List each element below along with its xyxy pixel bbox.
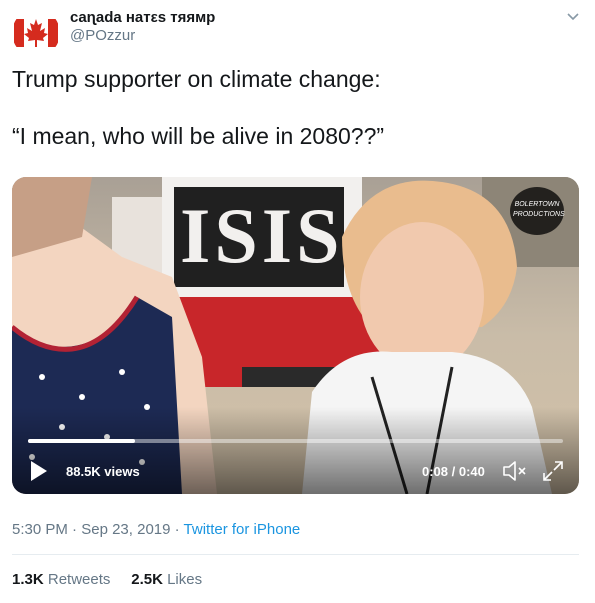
banner-sign-text: ISIS bbox=[180, 192, 344, 279]
likes-label: Likes bbox=[167, 571, 203, 588]
meta-separator: · bbox=[67, 521, 82, 538]
tweet-time[interactable]: 5:30 PM bbox=[12, 521, 68, 538]
user-handle[interactable]: @POzzur bbox=[70, 27, 135, 44]
likes-count: 2.5K bbox=[131, 571, 163, 588]
avatar[interactable] bbox=[12, 9, 60, 57]
divider bbox=[12, 554, 579, 555]
meta-separator: · bbox=[170, 521, 184, 538]
tweet-text-line1: Trump supporter on climate change: bbox=[12, 66, 381, 92]
tweet-stats: 1.3K Retweets 2.5K Likes bbox=[12, 571, 202, 588]
watermark-text: BOLERTOWN PRODUCTIONS bbox=[513, 201, 565, 218]
retweets-label: Retweets bbox=[47, 571, 111, 588]
tweet-header: cаɳаdа натεs тяᴙмр @POzzur bbox=[0, 0, 595, 57]
fullscreen-icon[interactable] bbox=[542, 460, 564, 482]
tweet-date[interactable]: Sep 23, 2019 bbox=[81, 521, 170, 538]
video-player[interactable]: BOLERTOWN PRODUCTIONS ISIS 88.5K views 0… bbox=[12, 177, 579, 494]
retweets-count: 1.3K bbox=[12, 571, 44, 588]
tweet-source-link[interactable]: Twitter for iPhone bbox=[184, 521, 301, 538]
channel-watermark: BOLERTOWN PRODUCTIONS bbox=[509, 186, 565, 236]
mute-icon[interactable] bbox=[502, 459, 528, 483]
chevron-down-icon[interactable] bbox=[565, 8, 581, 24]
retweets-stat[interactable]: 1.3K Retweets bbox=[12, 571, 110, 588]
tweet-meta: 5:30 PM · Sep 23, 2019 · Twitter for iPh… bbox=[12, 521, 300, 538]
video-progress-fill bbox=[28, 439, 135, 443]
canada-flag-icon bbox=[12, 9, 60, 57]
view-count: 88.5K views bbox=[66, 464, 140, 479]
tweet-text-line2: “I mean, who will be alive in 2080??” bbox=[12, 123, 385, 149]
display-name[interactable]: cаɳаdа натεs тяᴙмр bbox=[70, 9, 215, 26]
play-icon[interactable] bbox=[30, 460, 48, 482]
video-time: 0:08 / 0:40 bbox=[422, 464, 485, 479]
likes-stat[interactable]: 2.5K Likes bbox=[131, 571, 202, 588]
video-progress-bar[interactable] bbox=[28, 439, 563, 443]
